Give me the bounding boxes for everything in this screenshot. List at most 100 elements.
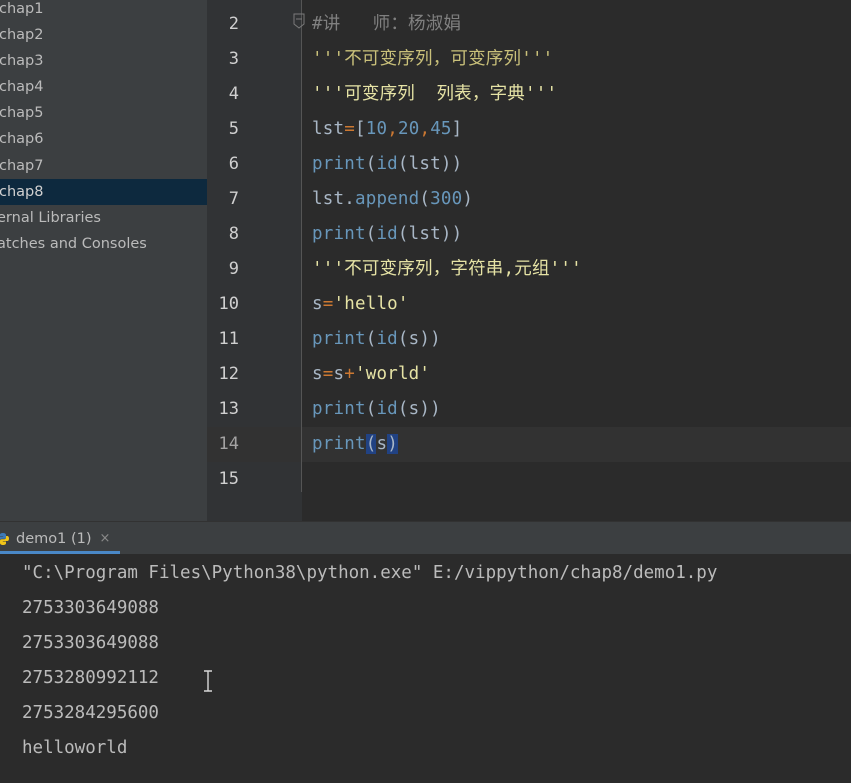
gutter-divider: [301, 0, 302, 492]
code-token: lst: [408, 224, 441, 244]
console-line-command: "C:\Program Files\Python38\python.exe" E…: [22, 563, 718, 583]
run-tab-label: demo1 (1): [16, 530, 92, 547]
code-token: ]: [451, 119, 463, 139]
code-token: append: [354, 189, 420, 209]
console-line-output: 2753303649088: [22, 633, 159, 653]
code-token: 'hello': [333, 294, 409, 314]
code-token: (: [365, 154, 377, 174]
code-line-11[interactable]: print(id(s)): [312, 322, 441, 357]
tree-item-label: chap1: [0, 1, 44, 17]
run-toolwindow-header: demo1 (1) ×: [0, 521, 851, 554]
code-token: id: [376, 399, 398, 419]
line-number-current: 14: [218, 434, 239, 454]
line-number: 8: [228, 224, 239, 244]
code-token: )): [440, 224, 463, 244]
current-line-highlight: [207, 427, 851, 462]
project-tree: chap1 chap2 chap3 chap4 chap5 chap6 chap…: [0, 0, 207, 521]
code-line-3[interactable]: '''不可变序列，可变序列''': [312, 42, 553, 77]
tree-item-scratches-consoles[interactable]: atches and Consoles: [0, 231, 207, 257]
console-line-output: 2753280992112: [22, 668, 159, 688]
line-number: 12: [218, 364, 239, 384]
code-token: (: [365, 224, 377, 244]
code-token: (: [397, 154, 409, 174]
tree-item-chap5[interactable]: chap5: [0, 100, 207, 126]
tree-item-label: chap7: [0, 158, 44, 174]
code-token: )): [419, 399, 441, 419]
fold-marker-icon[interactable]: [293, 13, 305, 29]
tree-item-chap7[interactable]: chap7: [0, 153, 207, 179]
code-token: print: [312, 399, 366, 419]
code-token: (: [397, 224, 409, 244]
code-token: s: [376, 434, 388, 454]
code-token: s: [312, 294, 323, 314]
line-number: 5: [228, 119, 239, 139]
code-token: (: [365, 399, 377, 419]
code-token: ,: [387, 119, 398, 139]
tree-item-chap2[interactable]: chap2: [0, 22, 207, 48]
code-token: =: [344, 119, 355, 139]
matched-bracket: ): [387, 434, 398, 454]
code-token: (: [419, 189, 431, 209]
tree-item-chap8[interactable]: chap8: [0, 179, 207, 205]
code-token: =: [322, 294, 334, 314]
code-token: lst: [312, 119, 345, 139]
line-number: 9: [228, 259, 239, 279]
code-token: =: [322, 364, 334, 384]
code-line-14[interactable]: print(s): [312, 427, 398, 462]
code-token: (: [397, 399, 409, 419]
python-icon: [0, 532, 9, 545]
code-token: s: [408, 399, 420, 419]
tree-item-label: chap3: [0, 53, 44, 69]
tree-item-chap6[interactable]: chap6: [0, 126, 207, 152]
code-line-12[interactable]: s=s+'world': [312, 357, 430, 392]
line-number: 10: [218, 294, 239, 314]
line-number: 3: [228, 49, 239, 69]
console-line-output: helloworld: [22, 738, 128, 758]
code-token: id: [376, 329, 398, 349]
code-token: 'world': [355, 364, 431, 384]
code-token: 300: [430, 189, 463, 209]
matched-bracket: (: [365, 434, 377, 454]
tree-item-label: chap8: [0, 184, 44, 200]
code-token: [: [354, 119, 366, 139]
tree-item-chap4[interactable]: chap4: [0, 74, 207, 100]
code-line-6[interactable]: print(id(lst)): [312, 147, 462, 182]
line-number: 4: [228, 84, 239, 104]
code-line-2[interactable]: #讲 师：杨淑娟: [312, 7, 461, 42]
console-line-output: 2753284295600: [22, 703, 159, 723]
text-cursor-icon: [204, 670, 212, 692]
code-token: (: [365, 329, 377, 349]
console-line-output: 2753303649088: [22, 598, 159, 618]
code-token: s: [408, 329, 420, 349]
close-icon[interactable]: ×: [100, 531, 111, 546]
code-token: print: [312, 224, 366, 244]
line-number: 13: [218, 399, 239, 419]
line-number: 6: [228, 154, 239, 174]
code-line-9[interactable]: '''不可变序列，字符串,元组''': [312, 252, 582, 287]
code-token: lst: [408, 154, 441, 174]
code-token: (: [397, 329, 409, 349]
tree-item-label: ernal Libraries: [0, 210, 101, 226]
code-token: lst: [312, 189, 345, 209]
code-token: id: [376, 224, 398, 244]
code-line-8[interactable]: print(id(lst)): [312, 217, 462, 252]
tree-item-external-libraries[interactable]: ernal Libraries: [0, 205, 207, 231]
code-token: +: [344, 364, 355, 384]
code-line-13[interactable]: print(id(s)): [312, 392, 441, 427]
tree-item-chap1[interactable]: chap1: [0, 0, 207, 22]
tree-item-label: chap5: [0, 105, 44, 121]
line-number: 11: [218, 329, 239, 349]
code-line-7[interactable]: lst.append(300): [312, 182, 473, 217]
code-token: 20: [397, 119, 420, 139]
tree-item-chap3[interactable]: chap3: [0, 48, 207, 74]
code-line-10[interactable]: s='hello': [312, 287, 409, 322]
code-token: print: [312, 434, 366, 454]
code-line-4[interactable]: '''可变序列 列表，字典''': [312, 77, 557, 112]
tree-item-label: chap2: [0, 27, 44, 43]
code-token: print: [312, 329, 366, 349]
code-token: ,: [419, 119, 431, 139]
code-token: s: [333, 364, 345, 384]
line-number: 15: [218, 469, 239, 489]
code-line-5[interactable]: lst=[10,20,45]: [312, 112, 462, 147]
code-token: 10: [365, 119, 388, 139]
